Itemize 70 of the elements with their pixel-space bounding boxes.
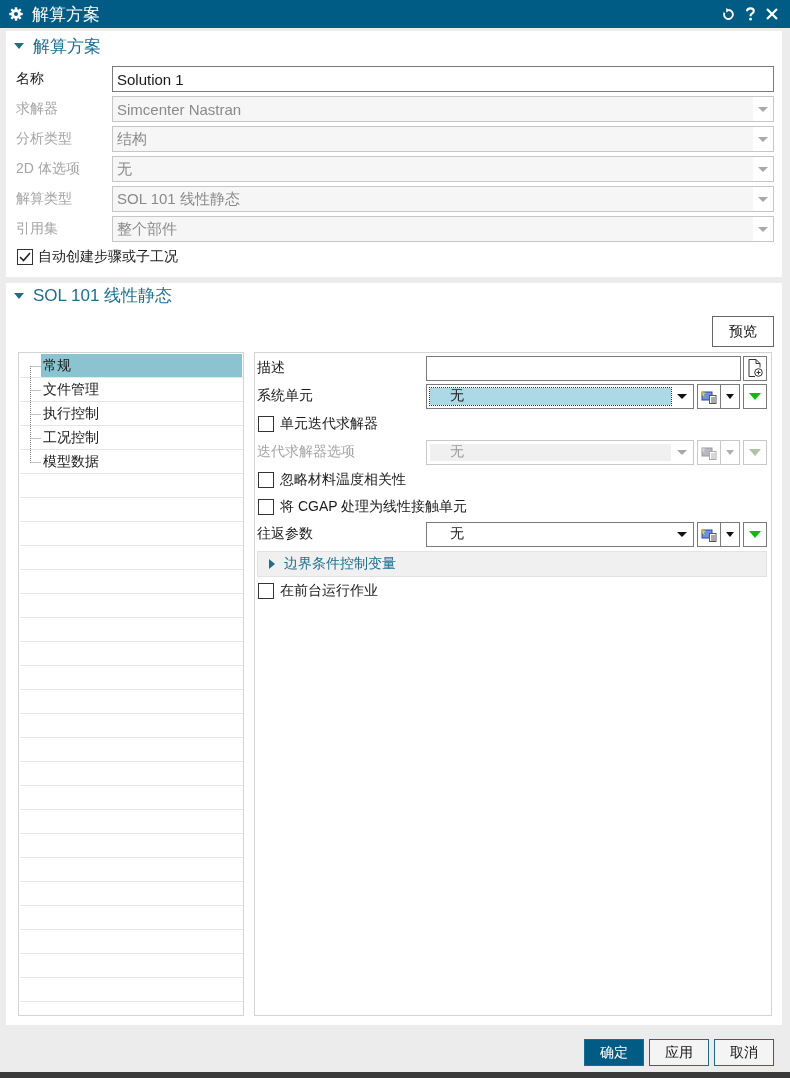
checkbox-label: 单元迭代求解器 bbox=[280, 415, 378, 433]
checkbox[interactable] bbox=[258, 416, 274, 432]
picture-star-icon bbox=[701, 526, 717, 542]
field-label: 系统单元 bbox=[257, 387, 314, 405]
checkbox-label: 自动创建步骤或子工况 bbox=[38, 248, 178, 266]
caret-down-icon bbox=[758, 136, 768, 142]
tree-item[interactable]: 模型数据 bbox=[41, 450, 242, 473]
window-title: 解算方案 bbox=[32, 3, 101, 26]
add-document-button[interactable] bbox=[743, 355, 767, 381]
caret-down-icon bbox=[677, 393, 687, 399]
dialog-button[interactable]: 应用 bbox=[649, 1039, 709, 1066]
caret-down-icon bbox=[726, 393, 734, 399]
caret-down-icon bbox=[758, 106, 768, 112]
checkbox-label: 将 CGAP 处理为线性接触单元 bbox=[280, 498, 468, 516]
tree-item[interactable]: 文件管理 bbox=[41, 378, 242, 401]
caret-down-icon[interactable] bbox=[14, 292, 24, 299]
dropdown[interactable]: 无 bbox=[426, 383, 694, 409]
document-plus-icon bbox=[747, 359, 763, 377]
caret-down-icon bbox=[726, 531, 734, 537]
caret-down-icon bbox=[758, 166, 768, 172]
options-button[interactable] bbox=[743, 521, 767, 547]
caret-down-icon bbox=[749, 392, 761, 400]
new-object-button[interactable] bbox=[697, 521, 721, 547]
text-field[interactable]: Solution 1 bbox=[112, 66, 774, 92]
tree-item[interactable]: 执行控制 bbox=[41, 402, 242, 425]
dialog-button[interactable]: 取消 bbox=[714, 1039, 774, 1066]
field-label: 往返参数 bbox=[257, 525, 314, 543]
checkmark-icon bbox=[19, 252, 31, 262]
section-title: 解算方案 bbox=[33, 35, 101, 58]
checkbox[interactable] bbox=[258, 583, 274, 599]
text-field[interactable] bbox=[426, 355, 741, 381]
caret-down-icon bbox=[677, 449, 687, 455]
dialog-button[interactable]: 确定 bbox=[584, 1039, 644, 1066]
checkbox[interactable] bbox=[258, 472, 274, 488]
field-label: 引用集 bbox=[16, 220, 59, 238]
section-title: SOL 101 线性静态 bbox=[33, 285, 173, 307]
field-label: 名称 bbox=[16, 70, 45, 88]
field-label: 解算类型 bbox=[16, 190, 73, 208]
close-icon[interactable] bbox=[766, 8, 778, 20]
field-label: 描述 bbox=[257, 359, 286, 377]
field-label: 求解器 bbox=[16, 100, 59, 118]
gear-icon bbox=[9, 7, 23, 21]
field-label: 2D 体选项 bbox=[16, 160, 81, 178]
menu-arrow-button[interactable] bbox=[720, 521, 740, 547]
checkbox[interactable] bbox=[17, 249, 33, 265]
caret-down-icon bbox=[726, 449, 734, 455]
tree-item[interactable]: 常规 bbox=[41, 354, 242, 377]
picture-star-icon bbox=[701, 444, 717, 460]
reset-icon[interactable] bbox=[722, 7, 735, 21]
dropdown[interactable]: 无 bbox=[426, 521, 694, 547]
new-object-button[interactable] bbox=[697, 383, 721, 409]
caret-down-icon bbox=[758, 226, 768, 232]
caret-down-icon[interactable] bbox=[14, 43, 24, 49]
caret-down-icon bbox=[749, 448, 761, 456]
caret-down-icon bbox=[677, 531, 687, 537]
field-label: 迭代求解器选项 bbox=[257, 443, 356, 461]
picture-star-icon bbox=[701, 388, 717, 404]
options-button[interactable] bbox=[743, 383, 767, 409]
tree-item[interactable]: 工况控制 bbox=[41, 426, 242, 449]
preview-button[interactable]: 预览 bbox=[712, 316, 774, 347]
group-header[interactable]: 边界条件控制变量 bbox=[257, 551, 767, 577]
checkbox-label: 忽略材料温度相关性 bbox=[280, 471, 406, 489]
checkbox[interactable] bbox=[258, 499, 274, 515]
help-icon[interactable] bbox=[745, 7, 756, 21]
tree-branch-icon bbox=[30, 402, 41, 426]
menu-arrow-button[interactable] bbox=[720, 383, 740, 409]
caret-down-icon bbox=[749, 530, 761, 538]
caret-down-icon bbox=[758, 196, 768, 202]
checkbox-label: 在前台运行作业 bbox=[280, 582, 378, 600]
field-label: 分析类型 bbox=[16, 130, 73, 148]
